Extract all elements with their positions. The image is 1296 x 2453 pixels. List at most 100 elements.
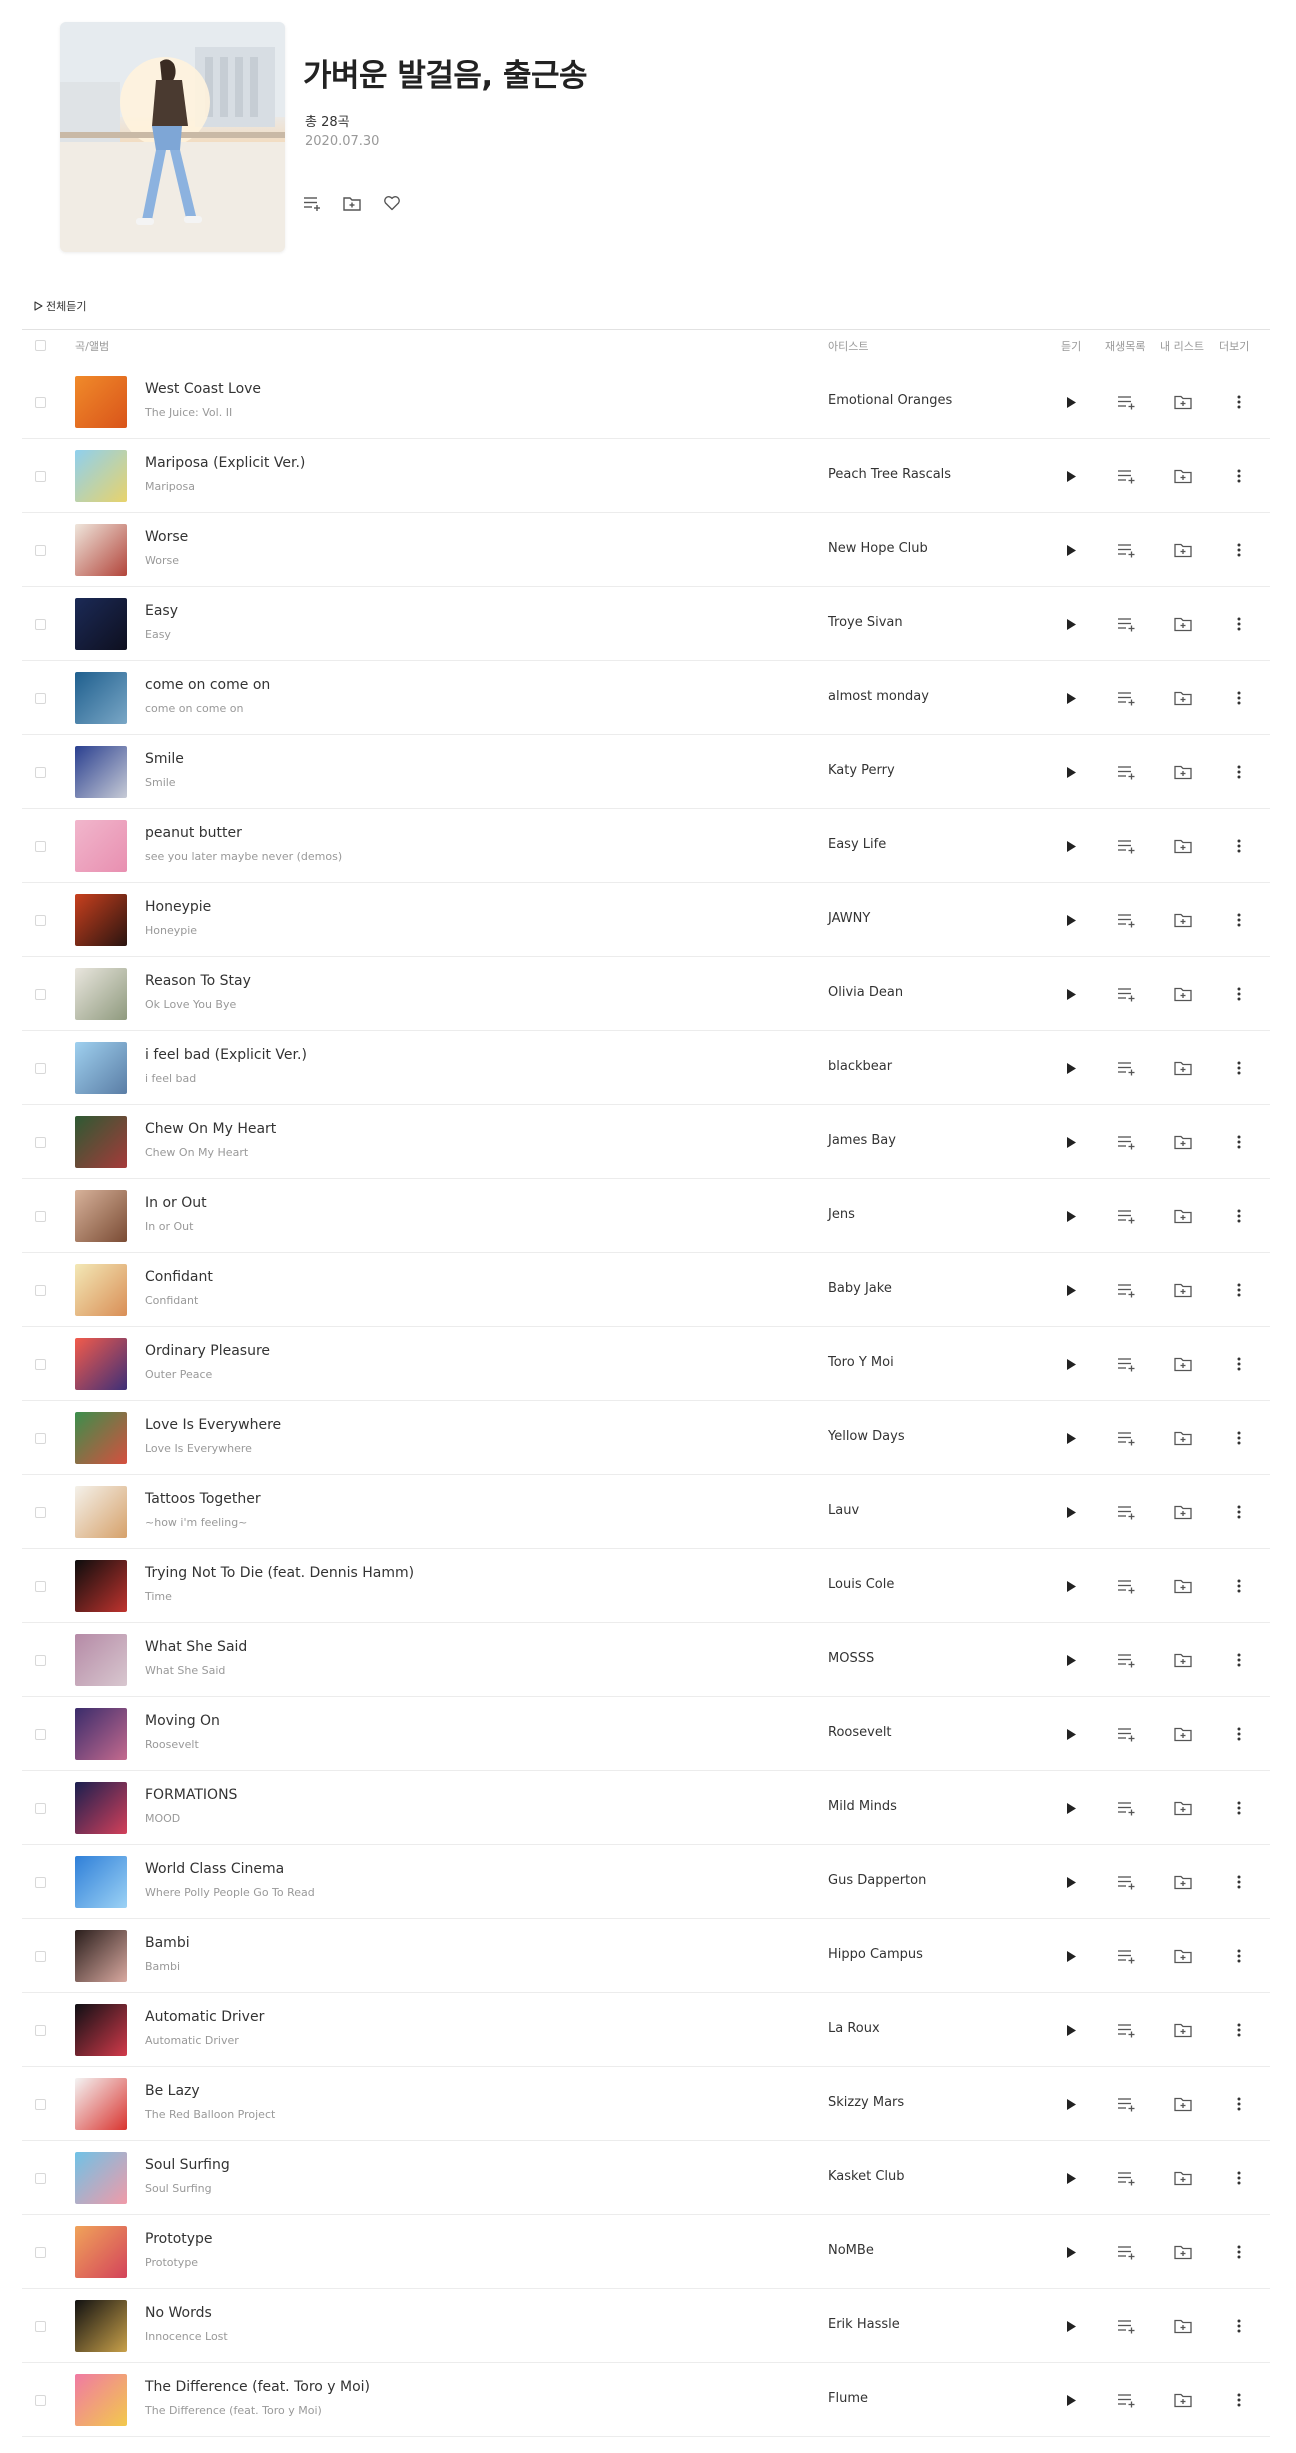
track-row[interactable]: peanut butter see you later maybe never (…: [22, 809, 1270, 883]
album-name[interactable]: Honeypie: [145, 924, 197, 937]
artist-name[interactable]: almost monday: [828, 689, 929, 704]
play-icon[interactable]: [1062, 2169, 1080, 2187]
album-name[interactable]: The Red Balloon Project: [145, 2108, 275, 2121]
add-to-my-list-icon[interactable]: [1174, 1725, 1192, 1743]
play-icon[interactable]: [1062, 837, 1080, 855]
track-row[interactable]: Easy Easy Troye Sivan: [22, 587, 1270, 661]
add-to-queue-icon[interactable]: [1117, 1059, 1135, 1077]
track-checkbox[interactable]: [35, 989, 46, 1000]
add-to-queue-icon[interactable]: [1117, 1281, 1135, 1299]
track-title[interactable]: Soul Surfing: [145, 2157, 230, 2173]
artist-name[interactable]: Kasket Club: [828, 2169, 905, 2184]
album-thumbnail[interactable]: [75, 450, 127, 502]
track-checkbox[interactable]: [35, 1729, 46, 1740]
add-to-queue-icon[interactable]: [1117, 1207, 1135, 1225]
add-to-my-list-icon[interactable]: [1174, 763, 1192, 781]
heart-icon[interactable]: [383, 194, 401, 212]
add-to-my-list-icon[interactable]: [1174, 1799, 1192, 1817]
play-icon[interactable]: [1062, 1503, 1080, 1521]
track-checkbox[interactable]: [35, 545, 46, 556]
add-to-queue-icon[interactable]: [1117, 1577, 1135, 1595]
album-thumbnail[interactable]: [75, 746, 127, 798]
album-name[interactable]: Where Polly People Go To Read: [145, 1886, 315, 1899]
add-to-queue-icon[interactable]: [1117, 911, 1135, 929]
track-checkbox[interactable]: [35, 471, 46, 482]
more-options-icon[interactable]: [1230, 467, 1248, 485]
album-thumbnail[interactable]: [75, 2078, 127, 2130]
artist-name[interactable]: Troye Sivan: [828, 615, 903, 630]
track-title[interactable]: The Difference (feat. Toro y Moi): [145, 2379, 370, 2395]
album-thumbnail[interactable]: [75, 376, 127, 428]
add-to-my-list-icon[interactable]: [1174, 837, 1192, 855]
add-to-my-list-icon[interactable]: [1174, 689, 1192, 707]
add-to-my-list-icon[interactable]: [1174, 1429, 1192, 1447]
track-checkbox[interactable]: [35, 397, 46, 408]
album-name[interactable]: Ok Love You Bye: [145, 998, 236, 1011]
artist-name[interactable]: Easy Life: [828, 837, 886, 852]
track-title[interactable]: Trying Not To Die (feat. Dennis Hamm): [145, 1565, 414, 1581]
track-row[interactable]: Chew On My Heart Chew On My Heart James Ba…: [22, 1105, 1270, 1179]
track-checkbox[interactable]: [35, 2025, 46, 2036]
track-title[interactable]: Bambi: [145, 1935, 190, 1951]
play-icon[interactable]: [1062, 393, 1080, 411]
track-checkbox[interactable]: [35, 2321, 46, 2332]
play-icon[interactable]: [1062, 763, 1080, 781]
album-thumbnail[interactable]: [75, 1190, 127, 1242]
artist-name[interactable]: JAWNY: [828, 911, 870, 926]
add-to-my-list-icon[interactable]: [1174, 1207, 1192, 1225]
track-row[interactable]: Bambi Bambi Hippo Campus: [22, 1919, 1270, 1993]
artist-name[interactable]: Katy Perry: [828, 763, 895, 778]
add-to-my-list-icon[interactable]: [1174, 1651, 1192, 1669]
album-thumbnail[interactable]: [75, 2152, 127, 2204]
artist-name[interactable]: Roosevelt: [828, 1725, 892, 1740]
add-to-queue-icon[interactable]: [1117, 1651, 1135, 1669]
track-title[interactable]: Easy: [145, 603, 178, 619]
artist-name[interactable]: MOSSS: [828, 1651, 874, 1666]
play-icon[interactable]: [1062, 2317, 1080, 2335]
album-thumbnail[interactable]: [75, 2226, 127, 2278]
track-row[interactable]: Trying Not To Die (feat. Dennis Hamm) Tim…: [22, 1549, 1270, 1623]
play-icon[interactable]: [1062, 1725, 1080, 1743]
add-to-queue-icon[interactable]: [1117, 985, 1135, 1003]
track-row[interactable]: No Words Innocence Lost Erik Hassle: [22, 2289, 1270, 2363]
add-to-queue-icon[interactable]: [1117, 1873, 1135, 1891]
add-to-my-list-icon[interactable]: [1174, 985, 1192, 1003]
play-icon[interactable]: [1062, 1207, 1080, 1225]
track-row[interactable]: Tattoos Together ~how i'm feeling~ Lauv: [22, 1475, 1270, 1549]
album-name[interactable]: Roosevelt: [145, 1738, 199, 1751]
track-title[interactable]: i feel bad (Explicit Ver.): [145, 1047, 307, 1063]
album-thumbnail[interactable]: [75, 1412, 127, 1464]
track-checkbox[interactable]: [35, 1433, 46, 1444]
album-name[interactable]: What She Said: [145, 1664, 225, 1677]
track-row[interactable]: Smile Smile Katy Perry: [22, 735, 1270, 809]
artist-name[interactable]: Gus Dapperton: [828, 1873, 926, 1888]
album-name[interactable]: Innocence Lost: [145, 2330, 228, 2343]
play-icon[interactable]: [1062, 467, 1080, 485]
play-icon[interactable]: [1062, 1429, 1080, 1447]
select-all-checkbox[interactable]: [35, 340, 46, 351]
more-options-icon[interactable]: [1230, 2391, 1248, 2409]
add-to-my-list-icon[interactable]: [1174, 1059, 1192, 1077]
track-title[interactable]: FORMATIONS: [145, 1787, 237, 1803]
track-title[interactable]: Be Lazy: [145, 2083, 200, 2099]
more-options-icon[interactable]: [1230, 1799, 1248, 1817]
add-to-queue-icon[interactable]: [1117, 541, 1135, 559]
more-options-icon[interactable]: [1230, 1651, 1248, 1669]
track-checkbox[interactable]: [35, 1877, 46, 1888]
track-title[interactable]: Mariposa (Explicit Ver.): [145, 455, 305, 471]
add-to-my-list-icon[interactable]: [1174, 1577, 1192, 1595]
album-thumbnail[interactable]: [75, 1486, 127, 1538]
more-options-icon[interactable]: [1230, 763, 1248, 781]
album-thumbnail[interactable]: [75, 672, 127, 724]
track-checkbox[interactable]: [35, 2395, 46, 2406]
track-checkbox[interactable]: [35, 2099, 46, 2110]
play-icon[interactable]: [1062, 1355, 1080, 1373]
album-name[interactable]: MOOD: [145, 1812, 180, 1825]
album-name[interactable]: The Difference (feat. Toro y Moi): [145, 2404, 322, 2417]
more-options-icon[interactable]: [1230, 1355, 1248, 1373]
add-to-queue-icon[interactable]: [1117, 2317, 1135, 2335]
track-checkbox[interactable]: [35, 841, 46, 852]
album-thumbnail[interactable]: [75, 1116, 127, 1168]
play-icon[interactable]: [1062, 1059, 1080, 1077]
track-checkbox[interactable]: [35, 619, 46, 630]
